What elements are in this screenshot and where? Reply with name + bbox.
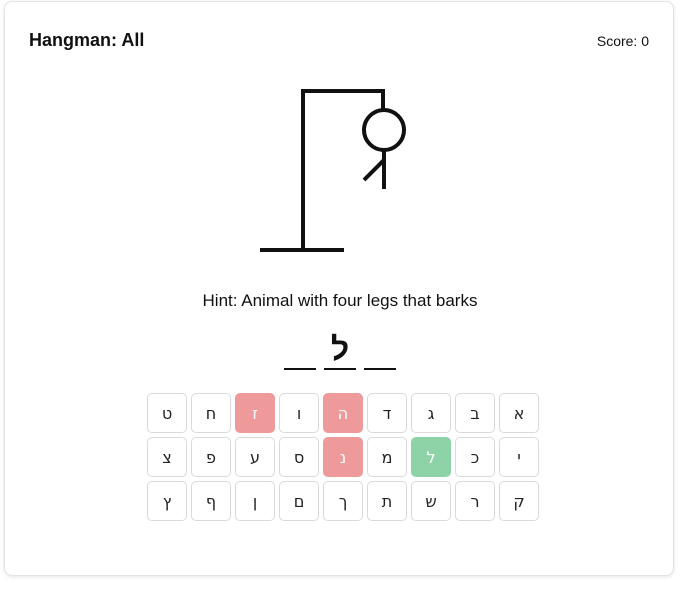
letter-key[interactable]: ג: [411, 393, 451, 433]
letter-key[interactable]: ת: [367, 481, 407, 521]
letter-key[interactable]: י: [499, 437, 539, 477]
letter-key[interactable]: ץ: [147, 481, 187, 521]
letter-key[interactable]: ס: [279, 437, 319, 477]
letter-key[interactable]: כ: [455, 437, 495, 477]
letter-key[interactable]: א: [499, 393, 539, 433]
letter-key[interactable]: ז: [235, 393, 275, 433]
letter-key[interactable]: ף: [191, 481, 231, 521]
letter-key[interactable]: ט: [147, 393, 187, 433]
hangman-drawing: [260, 89, 406, 252]
game-card: Hangman: All Score: 0 Hint: Animal with …: [4, 1, 674, 576]
letter-key[interactable]: ן: [235, 481, 275, 521]
game-title: Hangman: All: [29, 30, 145, 50]
word-slot: ל: [324, 330, 356, 370]
letter-key[interactable]: צ: [147, 437, 187, 477]
letter-key[interactable]: ו: [279, 393, 319, 433]
hint-text: Hint: Animal with four legs that barks: [202, 291, 478, 310]
word-display: ל: [5, 330, 675, 370]
letter-key[interactable]: מ: [367, 437, 407, 477]
letter-keyboard: אבגדהוזחט יכלמנסעפצ קרשתךםןףץ: [143, 393, 539, 521]
letter-key[interactable]: ר: [455, 481, 495, 521]
letter-key[interactable]: ך: [323, 481, 363, 521]
letter-key[interactable]: ב: [455, 393, 495, 433]
letter-key[interactable]: ח: [191, 393, 231, 433]
letter-key[interactable]: ה: [323, 393, 363, 433]
word-slot: [364, 330, 396, 370]
word-slot: [284, 330, 316, 370]
hangman-head: [362, 108, 406, 152]
letter-key[interactable]: ם: [279, 481, 319, 521]
letter-key[interactable]: נ: [323, 437, 363, 477]
letter-key[interactable]: ק: [499, 481, 539, 521]
letter-key[interactable]: ל: [411, 437, 451, 477]
letter-key[interactable]: ע: [235, 437, 275, 477]
letter-key[interactable]: ש: [411, 481, 451, 521]
letter-key[interactable]: פ: [191, 437, 231, 477]
score-display: Score: 0: [596, 33, 649, 49]
letter-key[interactable]: ד: [367, 393, 407, 433]
hangman-left-arm: [362, 158, 386, 182]
